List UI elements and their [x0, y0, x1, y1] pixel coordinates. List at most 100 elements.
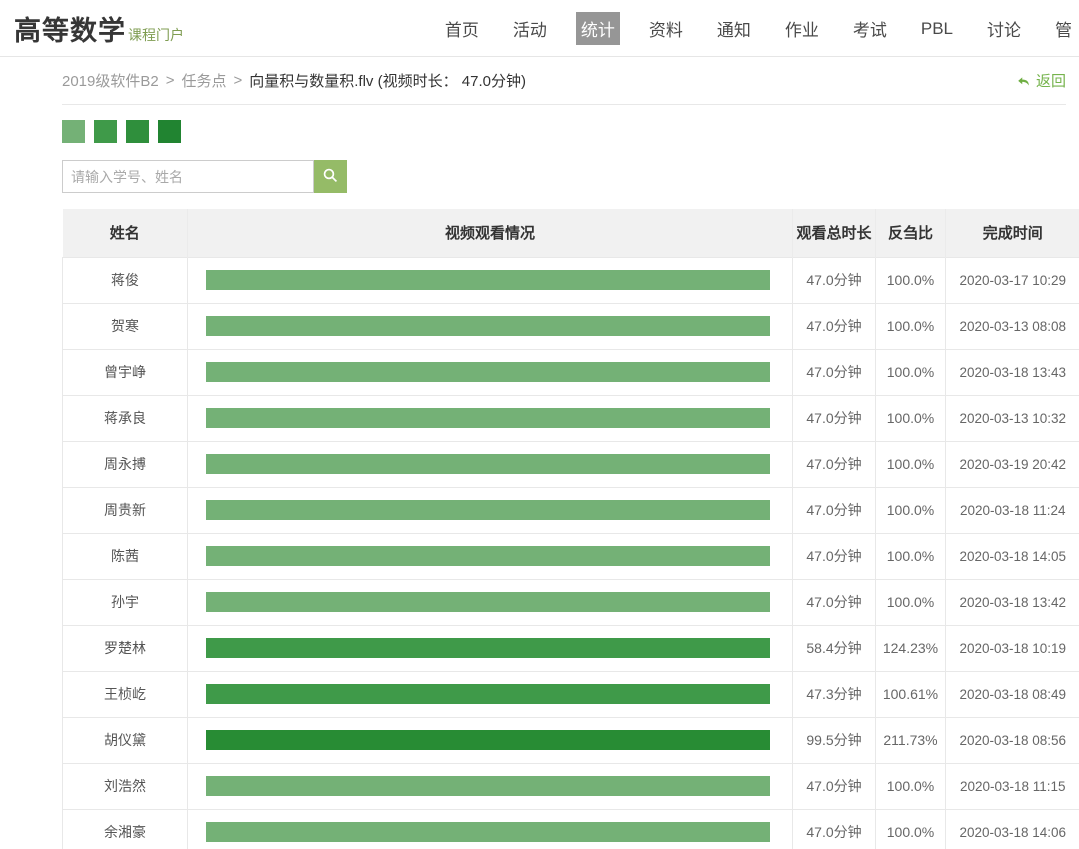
nav-item-materials[interactable]: 资料 [644, 12, 688, 45]
table-row: 陈茜 47.0分钟 100.0% 2020-03-18 14:05 [63, 533, 1079, 579]
watch-duration: 99.5分钟 [793, 717, 876, 763]
breadcrumb-course[interactable]: 2019级软件B2 [62, 70, 159, 91]
watch-bar-cell [188, 257, 793, 303]
back-label: 返回 [1036, 70, 1066, 91]
finish-time: 2020-03-18 14:05 [946, 533, 1079, 579]
watch-duration: 47.0分钟 [793, 349, 876, 395]
table-row: 蒋俊 47.0分钟 100.0% 2020-03-17 10:29 [63, 257, 1079, 303]
breadcrumb: 2019级软件B2 > 任务点 > 向量积与数量积.flv (视频时长： 47.… [62, 57, 1066, 105]
column-header-watch-bar: 视频观看情况 [188, 209, 793, 257]
student-name: 曾宇峥 [63, 349, 188, 395]
student-name: 王桢屹 [63, 671, 188, 717]
student-name: 蒋承良 [63, 395, 188, 441]
finish-time: 2020-03-18 08:56 [946, 717, 1079, 763]
student-name: 周永搏 [63, 441, 188, 487]
legend-swatch-darkest [158, 120, 181, 143]
watch-progress-bar [206, 270, 770, 290]
table-row: 罗楚林 58.4分钟 124.23% 2020-03-18 10:19 [63, 625, 1079, 671]
nav-item-exams[interactable]: 考试 [848, 12, 892, 45]
back-arrow-icon [1016, 73, 1031, 88]
watch-bar-cell [188, 579, 793, 625]
finish-time: 2020-03-18 11:24 [946, 487, 1079, 533]
watch-bar-cell [188, 349, 793, 395]
student-name: 刘浩然 [63, 763, 188, 809]
rumination-ratio: 211.73% [876, 717, 946, 763]
logo-subtitle: 课程门户 [128, 25, 184, 45]
watch-progress-bar [206, 362, 770, 382]
watch-duration: 47.0分钟 [793, 763, 876, 809]
rumination-ratio: 124.23% [876, 625, 946, 671]
rumination-ratio: 100.0% [876, 533, 946, 579]
rumination-ratio: 100.0% [876, 303, 946, 349]
table-row: 曾宇峥 47.0分钟 100.0% 2020-03-18 13:43 [63, 349, 1079, 395]
nav-item-home[interactable]: 首页 [440, 12, 484, 45]
finish-time: 2020-03-13 08:08 [946, 303, 1079, 349]
rumination-ratio: 100.0% [876, 487, 946, 533]
student-name: 孙宇 [63, 579, 188, 625]
finish-time: 2020-03-13 10:32 [946, 395, 1079, 441]
watch-progress-bar [206, 316, 770, 336]
watch-progress-bar [206, 730, 770, 750]
search-input[interactable] [62, 160, 314, 193]
nav-item-pbl[interactable]: PBL [916, 15, 958, 43]
rumination-ratio: 100.0% [876, 441, 946, 487]
bar-color-legend [62, 120, 1079, 143]
logo-title: 高等数学 [14, 9, 126, 48]
watch-duration: 47.0分钟 [793, 303, 876, 349]
nav-item-discussion[interactable]: 讨论 [982, 12, 1026, 45]
nav-item-manage[interactable]: 管 [1050, 12, 1077, 45]
table-row: 周永搏 47.0分钟 100.0% 2020-03-19 20:42 [63, 441, 1079, 487]
watch-duration: 47.0分钟 [793, 579, 876, 625]
search-bar [62, 160, 1079, 193]
top-bar: 高等数学 课程门户 首页 活动 统计 资料 通知 作业 考试 PBL 讨论 管 [0, 0, 1079, 57]
student-name: 陈茜 [63, 533, 188, 579]
nav-item-homework[interactable]: 作业 [780, 12, 824, 45]
nav-item-activity[interactable]: 活动 [508, 12, 552, 45]
table-row: 周贵新 47.0分钟 100.0% 2020-03-18 11:24 [63, 487, 1079, 533]
watch-progress-bar [206, 454, 770, 474]
table-row: 贺寒 47.0分钟 100.0% 2020-03-13 08:08 [63, 303, 1079, 349]
student-name: 蒋俊 [63, 257, 188, 303]
rumination-ratio: 100.61% [876, 671, 946, 717]
student-name: 胡仪黛 [63, 717, 188, 763]
watch-duration: 47.3分钟 [793, 671, 876, 717]
watch-duration: 47.0分钟 [793, 487, 876, 533]
table-row: 余湘豪 47.0分钟 100.0% 2020-03-18 14:06 [63, 809, 1079, 849]
back-button[interactable]: 返回 [1016, 70, 1066, 91]
watch-bar-cell [188, 441, 793, 487]
rumination-ratio: 100.0% [876, 579, 946, 625]
rumination-ratio: 100.0% [876, 809, 946, 849]
search-button[interactable] [314, 160, 347, 193]
finish-time: 2020-03-19 20:42 [946, 441, 1079, 487]
rumination-ratio: 100.0% [876, 349, 946, 395]
nav-item-notices[interactable]: 通知 [712, 12, 756, 45]
finish-time: 2020-03-18 08:49 [946, 671, 1079, 717]
student-name: 周贵新 [63, 487, 188, 533]
breadcrumb-separator: > [234, 72, 243, 89]
watch-bar-cell [188, 395, 793, 441]
watch-progress-bar [206, 500, 770, 520]
video-watch-stats-table: 姓名 视频观看情况 观看总时长 反刍比 完成时间 蒋俊 47.0分钟 100.0… [62, 209, 1079, 849]
watch-progress-bar [206, 546, 770, 566]
finish-time: 2020-03-18 13:43 [946, 349, 1079, 395]
watch-progress-bar [206, 684, 770, 704]
nav-item-statistics[interactable]: 统计 [576, 12, 620, 45]
watch-progress-bar [206, 638, 770, 658]
watch-progress-bar [206, 822, 770, 842]
column-header-duration: 观看总时长 [793, 209, 876, 257]
search-icon [322, 167, 339, 187]
finish-time: 2020-03-18 14:06 [946, 809, 1079, 849]
finish-time: 2020-03-18 10:19 [946, 625, 1079, 671]
watch-bar-cell [188, 809, 793, 849]
watch-bar-cell [188, 763, 793, 809]
watch-duration: 47.0分钟 [793, 533, 876, 579]
table-row: 胡仪黛 99.5分钟 211.73% 2020-03-18 08:56 [63, 717, 1079, 763]
breadcrumb-section[interactable]: 任务点 [181, 70, 226, 91]
table-row: 孙宇 47.0分钟 100.0% 2020-03-18 13:42 [63, 579, 1079, 625]
student-name: 余湘豪 [63, 809, 188, 849]
finish-time: 2020-03-18 13:42 [946, 579, 1079, 625]
main-nav: 首页 活动 统计 资料 通知 作业 考试 PBL 讨论 管 [440, 0, 1079, 57]
site-logo[interactable]: 高等数学 课程门户 [14, 9, 184, 48]
breadcrumb-separator: > [166, 72, 175, 89]
rumination-ratio: 100.0% [876, 395, 946, 441]
